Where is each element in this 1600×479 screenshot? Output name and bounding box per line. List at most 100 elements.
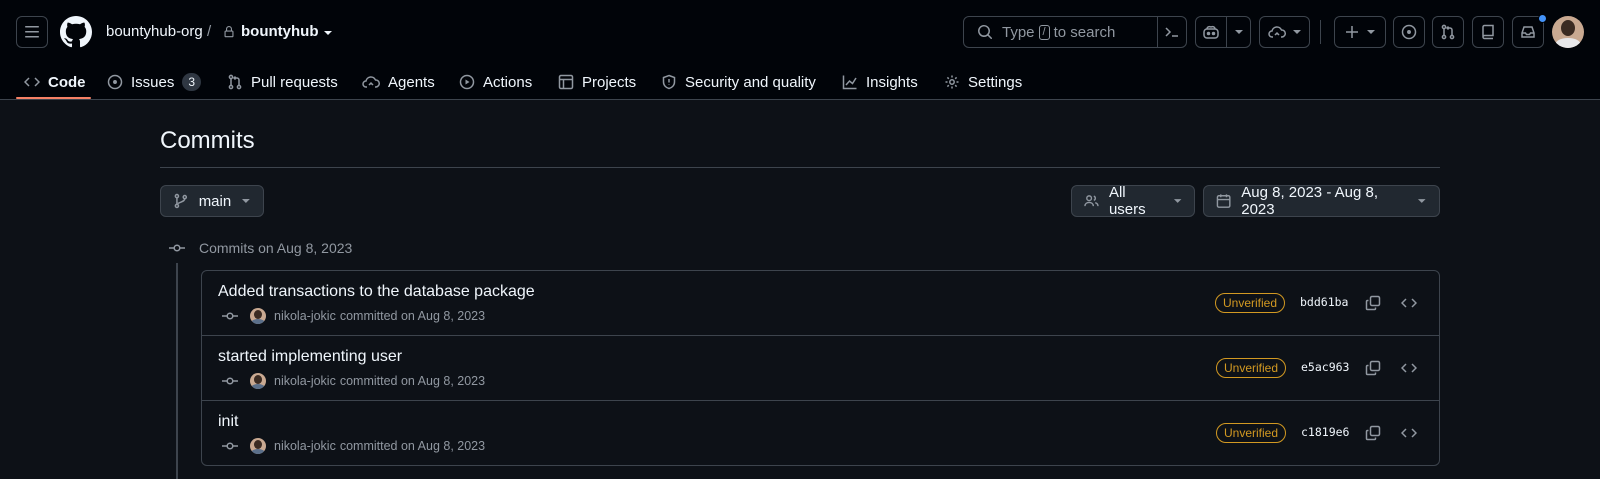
agents-menu-button[interactable]: [1259, 16, 1310, 48]
app-header: bountyhub-org / bountyhub Type / to sear…: [0, 0, 1600, 100]
graph-icon: [842, 75, 857, 90]
unverified-badge[interactable]: Unverified: [1216, 358, 1287, 378]
commit-date: committed on Aug 8, 2023: [339, 439, 486, 453]
repositories-button[interactable]: [1472, 16, 1504, 48]
author-avatar[interactable]: [250, 308, 266, 324]
github-logo-icon[interactable]: [60, 16, 92, 48]
header-divider: [1320, 20, 1321, 44]
user-avatar[interactable]: [1552, 16, 1584, 48]
tab-security[interactable]: Security and quality: [661, 64, 816, 100]
copy-sha-button[interactable]: [1365, 360, 1381, 376]
copilot-button[interactable]: [1195, 16, 1227, 48]
tab-settings[interactable]: Settings: [944, 64, 1022, 100]
breadcrumb-repo-link[interactable]: bountyhub: [241, 22, 318, 42]
browse-code-button[interactable]: [1401, 360, 1417, 376]
title-divider: [160, 167, 1440, 168]
date-range-button[interactable]: Aug 8, 2023 - Aug 8, 2023: [1203, 184, 1440, 218]
chevron-down-icon: [1173, 199, 1182, 203]
unverified-badge[interactable]: Unverified: [1216, 423, 1287, 443]
commit-row: init nikola-jokic committed on Aug 8, 20…: [202, 401, 1439, 465]
tab-projects[interactable]: Projects: [558, 64, 636, 100]
notification-dot: [1538, 14, 1547, 23]
issues-button[interactable]: [1393, 16, 1425, 48]
hamburger-icon: [25, 26, 39, 38]
code-icon: [1401, 428, 1417, 438]
copy-icon: [1365, 360, 1381, 376]
commit-message-link[interactable]: started implementing user: [218, 348, 402, 366]
commit-sha-link[interactable]: e5ac963: [1301, 360, 1349, 374]
repo-tabs: Code Issues 3 Pull requests Agents Actio…: [0, 64, 1600, 100]
git-commit-icon: [222, 312, 238, 320]
commit-row: Added transactions to the database packa…: [202, 271, 1439, 336]
search-placeholder-prefix: Type: [1002, 23, 1035, 41]
commit-sha-link[interactable]: bdd61ba: [1300, 295, 1348, 309]
gear-icon: [945, 75, 959, 89]
copy-sha-button[interactable]: [1365, 425, 1381, 441]
chevron-down-icon: [1292, 30, 1301, 34]
copy-sha-button[interactable]: [1365, 295, 1381, 311]
users-filter-button[interactable]: All users: [1071, 184, 1195, 218]
browse-code-button[interactable]: [1401, 295, 1417, 311]
active-tab-indicator: [16, 97, 91, 99]
commit-message-link[interactable]: init: [218, 413, 238, 431]
browse-code-button[interactable]: [1401, 425, 1417, 441]
unverified-badge[interactable]: Unverified: [1215, 293, 1286, 313]
tab-actions-label: Actions: [483, 73, 533, 91]
timeline-line: [176, 263, 178, 479]
shield-icon: [662, 74, 676, 90]
create-new-button[interactable]: [1334, 16, 1386, 48]
copy-icon: [1365, 295, 1381, 311]
lock-icon: [223, 26, 235, 38]
commit-group-heading: Commits on Aug 8, 2023: [199, 240, 353, 256]
search-shortcut-key: /: [1038, 24, 1050, 40]
menu-button[interactable]: [16, 16, 48, 48]
chevron-down-icon: [1418, 199, 1427, 203]
repo-dropdown-caret-icon[interactable]: [322, 28, 334, 38]
issue-opened-icon: [1401, 24, 1417, 40]
pull-requests-button[interactable]: [1432, 16, 1464, 48]
copy-icon: [1365, 425, 1381, 441]
branch-select-button[interactable]: main: [160, 185, 264, 217]
commit-meta: nikola-jokic committed on Aug 8, 2023: [222, 308, 485, 324]
tab-projects-label: Projects: [582, 73, 637, 91]
table-icon: [558, 74, 574, 90]
copilot-dropdown-button[interactable]: [1226, 16, 1251, 48]
tab-code[interactable]: Code: [24, 64, 86, 100]
chevron-down-icon: [1367, 30, 1375, 34]
breadcrumb-org-link[interactable]: bountyhub-org: [106, 22, 203, 42]
commit-date: committed on Aug 8, 2023: [339, 309, 486, 323]
issue-opened-icon: [107, 74, 123, 90]
tab-agents[interactable]: Agents: [362, 64, 435, 100]
commit-author-link[interactable]: nikola-jokic: [274, 439, 336, 453]
commit-row: started implementing user nikola-jokic c…: [202, 336, 1439, 401]
commit-meta: nikola-jokic committed on Aug 8, 2023: [222, 438, 485, 454]
author-avatar[interactable]: [250, 373, 266, 389]
commit-message-link[interactable]: Added transactions to the database packa…: [218, 283, 535, 301]
tab-issues[interactable]: Issues 3: [107, 64, 202, 100]
repo-icon: [1482, 24, 1494, 40]
breadcrumb-separator: /: [207, 23, 212, 40]
tab-code-label: Code: [48, 73, 86, 91]
tab-insights[interactable]: Insights: [842, 64, 918, 100]
git-commit-icon: [222, 442, 238, 450]
tab-insights-label: Insights: [866, 73, 918, 91]
code-icon: [24, 77, 40, 87]
inbox-icon: [1521, 26, 1535, 38]
commit-author-link[interactable]: nikola-jokic: [274, 374, 336, 388]
cloud-agent-icon: [1267, 26, 1286, 38]
play-icon: [459, 74, 475, 90]
issues-count-badge: 3: [182, 73, 202, 91]
command-palette-button[interactable]: [1157, 16, 1187, 48]
commit-author-link[interactable]: nikola-jokic: [274, 309, 336, 323]
users-filter-label: All users: [1108, 184, 1146, 218]
code-icon: [1401, 298, 1417, 308]
author-avatar[interactable]: [250, 438, 266, 454]
tab-actions[interactable]: Actions: [459, 64, 532, 100]
plus-icon: [1346, 26, 1358, 38]
tab-pull-requests[interactable]: Pull requests: [227, 64, 338, 100]
code-icon: [1401, 363, 1417, 373]
search-icon: [978, 25, 992, 39]
commit-sha-link[interactable]: c1819e6: [1301, 425, 1349, 439]
search-input[interactable]: Type / to search: [963, 16, 1158, 48]
top-bar: bountyhub-org / bountyhub Type / to sear…: [0, 0, 1600, 64]
